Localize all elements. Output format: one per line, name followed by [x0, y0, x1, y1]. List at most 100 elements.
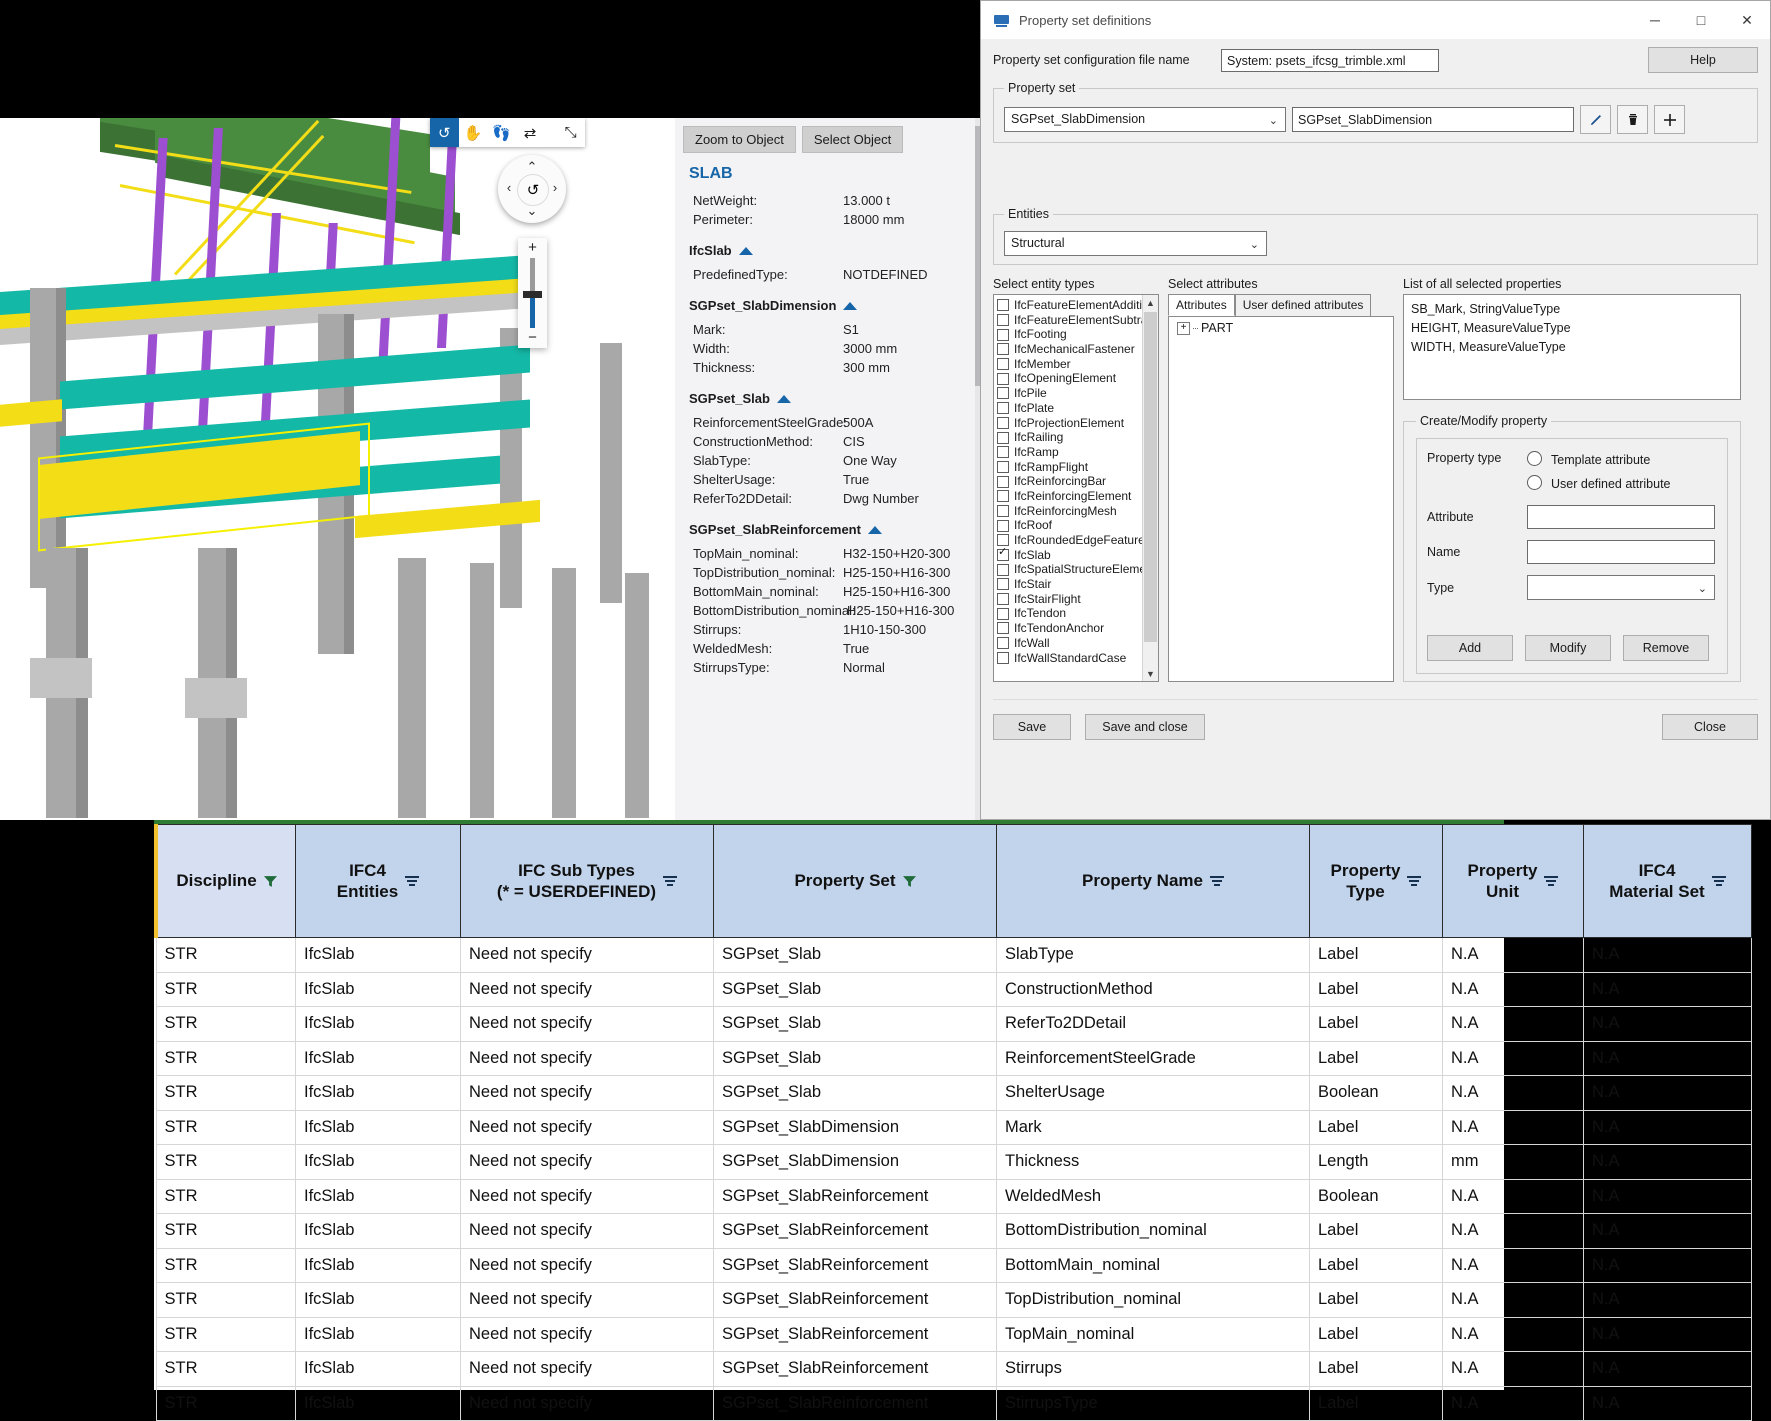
- pan-tool-icon[interactable]: ✋: [459, 118, 488, 147]
- entity-type-row[interactable]: IfcFeatureElementAdditio: [997, 298, 1158, 313]
- entity-type-row[interactable]: IfcWallStandardCase: [997, 651, 1158, 666]
- entity-type-row[interactable]: IfcStairFlight: [997, 592, 1158, 607]
- radio-user-defined-attribute[interactable]: User defined attribute: [1527, 475, 1671, 491]
- checkbox-icon[interactable]: [997, 328, 1009, 341]
- radio-icon[interactable]: [1527, 451, 1542, 466]
- entity-type-row[interactable]: IfcRoof: [997, 518, 1158, 533]
- entity-type-row[interactable]: IfcFooting: [997, 327, 1158, 342]
- table-row[interactable]: STRIfcSlabNeed not specifySGPset_SlabRei…: [155, 1040, 1752, 1076]
- checkbox-checked-icon[interactable]: [997, 545, 1009, 562]
- checkbox-icon[interactable]: [997, 314, 1009, 327]
- entity-type-row[interactable]: IfcPlate: [997, 401, 1158, 416]
- selected-properties-listbox[interactable]: SB_Mark, StringValueType HEIGHT, Measure…: [1403, 294, 1741, 400]
- navigation-dial[interactable]: ⌃ ⌄ ‹ › ↺: [498, 155, 566, 223]
- property-set-name-input[interactable]: SGPset_SlabDimension: [1292, 107, 1574, 132]
- entity-type-row[interactable]: IfcTendonAnchor: [997, 621, 1158, 636]
- expand-plus-icon[interactable]: +: [1177, 321, 1190, 335]
- table-row[interactable]: STR IfcSlab Need not specify SGPset_SlabDim…: [155, 1109, 1752, 1145]
- radio-template-attribute[interactable]: Template attribute: [1527, 451, 1671, 467]
- nav-up-icon[interactable]: ⌃: [525, 159, 539, 175]
- checkbox-icon[interactable]: [997, 475, 1009, 488]
- checkbox-icon[interactable]: [997, 593, 1009, 606]
- nav-left-icon[interactable]: ‹: [502, 180, 516, 195]
- table-row[interactable]: STR IfcSlab Need not specify SGPset_Slab Sla…: [155, 937, 1752, 973]
- entity-type-row[interactable]: IfcReinforcingElement: [997, 489, 1158, 504]
- checkbox-icon[interactable]: [997, 431, 1009, 444]
- delete-property-set-button[interactable]: [1617, 105, 1648, 134]
- zoom-slider-track[interactable]: [523, 258, 542, 328]
- attributes-tree[interactable]: + PART: [1168, 316, 1394, 682]
- zoom-in-icon[interactable]: +: [528, 240, 537, 255]
- table-row[interactable]: STRIfcSlabNeed not specifySGPset_SlabRei…: [155, 1351, 1752, 1387]
- save-and-close-button[interactable]: Save and close: [1085, 714, 1205, 740]
- entity-type-row[interactable]: IfcMember: [997, 357, 1158, 372]
- checkbox-icon[interactable]: [997, 372, 1009, 385]
- entity-types-listbox[interactable]: IfcFeatureElementAdditio IfcFeatureElemen…: [993, 294, 1159, 682]
- table-row[interactable]: STR IfcSlab Need not specify SGPset_Slab Ref…: [155, 1006, 1752, 1042]
- table-column-header[interactable]: Discipline: [154, 824, 296, 938]
- table-row[interactable]: STR IfcSlab Need not specify SGPset_Slab Con…: [155, 971, 1752, 1007]
- checkbox-icon[interactable]: [997, 299, 1009, 312]
- entity-type-row[interactable]: IfcRoundedEdgeFeature: [997, 533, 1158, 548]
- close-icon[interactable]: ✕: [1724, 1, 1770, 39]
- table-row[interactable]: STR IfcSlab Need not specify SGPset_SlabDim…: [155, 1144, 1752, 1180]
- orbit-tool-icon[interactable]: ↺: [430, 118, 459, 147]
- tree-node-part[interactable]: + PART: [1169, 317, 1393, 335]
- entity-type-row[interactable]: IfcRailing: [997, 430, 1158, 445]
- checkbox-icon[interactable]: [997, 416, 1009, 429]
- zoom-out-icon[interactable]: −: [528, 330, 537, 345]
- entity-type-row[interactable]: IfcPile: [997, 386, 1158, 401]
- nav-orbit-center-icon[interactable]: ↺: [517, 174, 549, 206]
- entity-type-row[interactable]: IfcSlab: [997, 545, 1158, 563]
- entity-type-row[interactable]: IfcTendon: [997, 606, 1158, 621]
- dialog-title-bar[interactable]: Property set definitions ─ □ ✕: [981, 1, 1770, 39]
- checkbox-icon[interactable]: [997, 387, 1009, 400]
- walk-tool-icon[interactable]: 👣: [487, 118, 516, 147]
- modify-button[interactable]: Modify: [1525, 635, 1611, 661]
- checkbox-icon[interactable]: [997, 490, 1009, 503]
- checkbox-icon[interactable]: [997, 607, 1009, 620]
- table-row[interactable]: STRIfcSlabNeed not specifySGPset_SlabRei…: [155, 1213, 1752, 1249]
- entity-type-row[interactable]: IfcRamp: [997, 445, 1158, 460]
- attributes-tabs[interactable]: Attributes User defined attributes: [1168, 294, 1394, 316]
- selected-property-item[interactable]: SB_Mark, StringValueType: [1411, 300, 1740, 319]
- radio-icon[interactable]: [1527, 475, 1542, 490]
- table-row[interactable]: STRIfcSlabNeed not specifySGPset_SlabRei…: [155, 1247, 1752, 1283]
- entity-types-list[interactable]: IfcFeatureElementAdditio IfcFeatureElemen…: [994, 295, 1158, 665]
- table-column-header[interactable]: Property Name: [996, 824, 1310, 938]
- table-column-header[interactable]: IFC4 Material Set: [1583, 824, 1752, 938]
- nav-right-icon[interactable]: ›: [548, 180, 562, 195]
- table-column-header[interactable]: Property Type: [1309, 824, 1443, 938]
- tab-attributes[interactable]: Attributes: [1168, 294, 1235, 316]
- table-column-header[interactable]: IFC Sub Types (* = USERDEFINED): [460, 824, 714, 938]
- property-group-header[interactable]: IfcSlab: [689, 243, 980, 258]
- table-row[interactable]: STRIfcSlabNeed not specifySGPset_SlabRei…: [155, 1282, 1752, 1318]
- table-row[interactable]: STR IfcSlab Need not specify SGPset_Slab She…: [155, 1075, 1752, 1111]
- scroll-down-icon[interactable]: ▼: [1143, 666, 1158, 681]
- table-column-header[interactable]: Property Unit: [1442, 824, 1584, 938]
- zoom-slider-thumb[interactable]: [523, 291, 542, 298]
- property-group-header[interactable]: SGPset_SlabReinforcement: [689, 522, 980, 537]
- table-row[interactable]: STRIfcSlabNeed not specifySGPset_SlabRei…: [155, 1316, 1752, 1352]
- checkbox-icon[interactable]: [997, 358, 1009, 371]
- type-combo[interactable]: ⌄: [1527, 575, 1715, 600]
- viewport-toolbar[interactable]: ↺ ✋ 👣 ⇄ ⤡: [430, 118, 585, 147]
- property-group-header[interactable]: SGPset_SlabDimension: [689, 298, 980, 313]
- entity-type-row[interactable]: IfcFeatureElementSubtra: [997, 313, 1158, 328]
- close-button[interactable]: Close: [1662, 714, 1758, 740]
- checkbox-icon[interactable]: [997, 460, 1009, 473]
- entity-type-row[interactable]: IfcSpatialStructureElemen: [997, 562, 1158, 577]
- add-button[interactable]: Add: [1427, 635, 1513, 661]
- table-row[interactable]: STRIfcSlabNeed not specifySGPset_SlabRei…: [155, 1385, 1752, 1421]
- checkbox-icon[interactable]: [997, 402, 1009, 415]
- entity-type-row[interactable]: IfcRampFlight: [997, 460, 1158, 475]
- entities-combo[interactable]: Structural ⌄: [1004, 231, 1267, 256]
- table-column-header[interactable]: Property Set: [713, 824, 997, 938]
- config-file-value[interactable]: System: psets_ifcsg_trimble.xml: [1221, 48, 1439, 72]
- collapse-caret-icon[interactable]: [843, 301, 858, 310]
- checkbox-icon[interactable]: [997, 622, 1009, 635]
- entity-type-row[interactable]: IfcProjectionElement: [997, 416, 1158, 431]
- save-button[interactable]: Save: [993, 714, 1071, 740]
- collapse-caret-icon[interactable]: [776, 394, 791, 403]
- add-property-set-button[interactable]: [1654, 105, 1685, 134]
